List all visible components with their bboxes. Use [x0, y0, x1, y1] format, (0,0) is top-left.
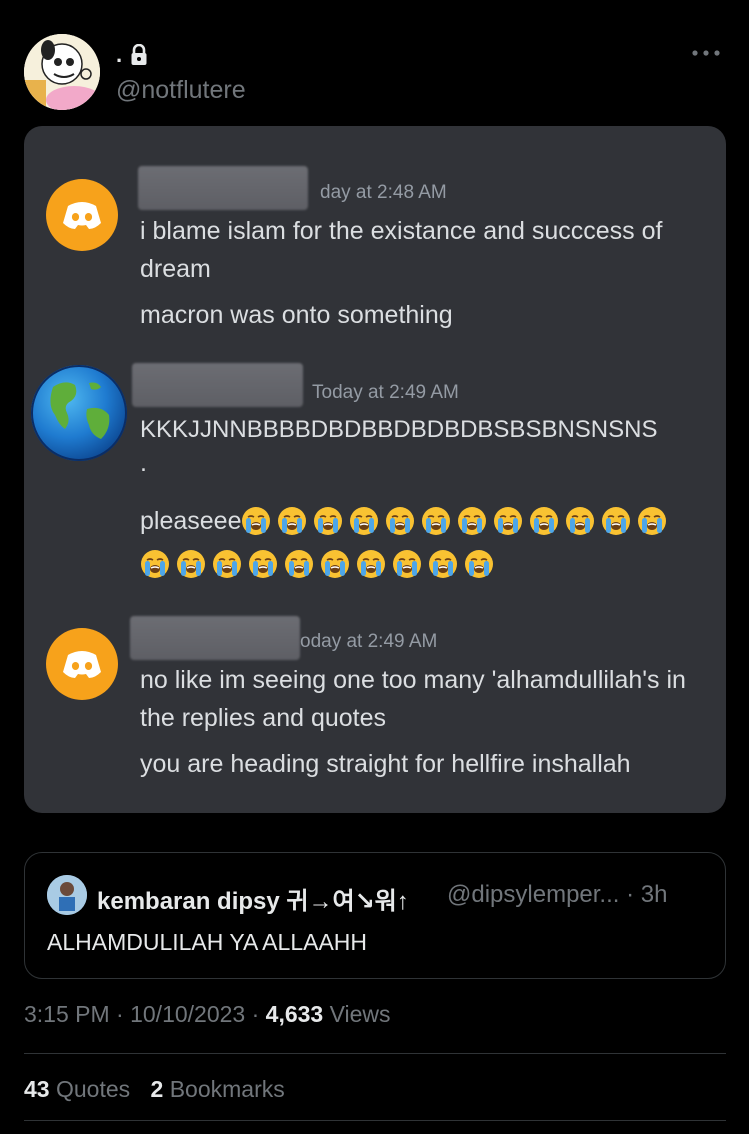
message-timestamp: day at 2:48 AM [320, 182, 447, 203]
message-line: macron was onto something [140, 301, 453, 329]
loudly-crying-face-icon [350, 507, 379, 535]
discord-logo-icon [63, 202, 101, 229]
bookmarks-label: Bookmarks [163, 1076, 285, 1102]
loudly-crying-face-icon [242, 507, 271, 535]
loudly-crying-face-icon [213, 550, 241, 578]
message-timestamp: Today at 2:49 AM [312, 382, 459, 403]
loudly-crying-face-icon [566, 507, 595, 535]
emoji-line [140, 549, 500, 579]
bookmarks-count: 2 [150, 1076, 164, 1102]
display-name-text: . [116, 42, 123, 67]
loudly-crying-face-icon [386, 507, 415, 535]
discord-avatar [46, 179, 118, 251]
loudly-crying-face-icon [429, 550, 457, 578]
loudly-crying-face-icon [357, 550, 385, 578]
loudly-crying-face-icon [393, 550, 421, 578]
more-options-icon[interactable] [691, 48, 721, 58]
loudly-crying-face-icon [638, 507, 667, 535]
discord-logo-icon [63, 651, 101, 678]
divider [24, 1120, 726, 1121]
loudly-crying-face-icon [602, 507, 631, 535]
earth-avatar [31, 365, 127, 461]
quoted-handle[interactable]: @dipsylemper... · 3h [447, 881, 667, 909]
message-timestamp: oday at 2:49 AM [300, 631, 438, 652]
tweet-timestamp[interactable]: 3:15 PM · 10/10/2023 · [24, 1001, 266, 1027]
message-line: you are heading straight for hellfire in… [140, 750, 631, 778]
redacted-username [130, 616, 300, 660]
loudly-crying-face-icon [494, 507, 523, 535]
message-line: no like im seeing one too many 'alhamdul… [140, 666, 686, 732]
tweet-header: . @notflutere [24, 34, 725, 114]
loudly-crying-face-icon [321, 550, 349, 578]
discord-screenshot-image[interactable]: day at 2:48 AM i blame islam for the exi… [24, 126, 726, 813]
loudly-crying-face-icon [249, 550, 277, 578]
message-line: . [140, 449, 147, 477]
quotes-label: Quotes [49, 1076, 131, 1102]
lock-icon [131, 44, 147, 65]
quoted-user-avatar[interactable] [47, 875, 87, 915]
views-label: Views [323, 1001, 391, 1027]
loudly-crying-face-icon [141, 550, 169, 578]
quotes-stat[interactable]: 43 Quotes [24, 1076, 130, 1103]
loudly-crying-face-icon [177, 550, 205, 578]
loudly-crying-face-icon [465, 550, 493, 578]
earth-globe-icon [31, 365, 127, 461]
user-avatar[interactable] [24, 34, 100, 110]
quotes-count: 43 [24, 1076, 50, 1102]
discord-avatar [46, 628, 118, 700]
quoted-display-name[interactable]: kembaran dipsy 귀→여↘워↑ [97, 881, 409, 916]
user-handle[interactable]: @notflutere [116, 76, 246, 105]
message-line: pleaseee [140, 507, 242, 535]
redacted-username [132, 363, 303, 407]
bookmarks-stat[interactable]: 2 Bookmarks [151, 1076, 285, 1103]
tweet-stats: 43 Quotes 2 Bookmarks [24, 1076, 299, 1103]
loudly-crying-face-icon [278, 507, 307, 535]
display-name[interactable]: . [116, 42, 148, 68]
redacted-username [138, 166, 308, 210]
views-count: 4,633 [265, 1001, 324, 1027]
emoji-line: pleaseee [140, 502, 673, 540]
loudly-crying-face-icon [422, 507, 451, 535]
quoted-tweet-text: ALHAMDULILAH YA ALLAAHH [47, 929, 368, 955]
divider [24, 1053, 726, 1054]
message-line: i blame islam for the existance and succ… [140, 217, 663, 283]
loudly-crying-face-icon [314, 507, 343, 535]
loudly-crying-face-icon [530, 507, 559, 535]
loudly-crying-face-icon [458, 507, 487, 535]
loudly-crying-face-icon [285, 550, 313, 578]
tweet-meta: 3:15 PM · 10/10/2023 · 4,633 Views [24, 1001, 391, 1028]
quoted-tweet-card[interactable]: kembaran dipsy 귀→여↘워↑ @dipsylemper... · … [24, 852, 726, 979]
